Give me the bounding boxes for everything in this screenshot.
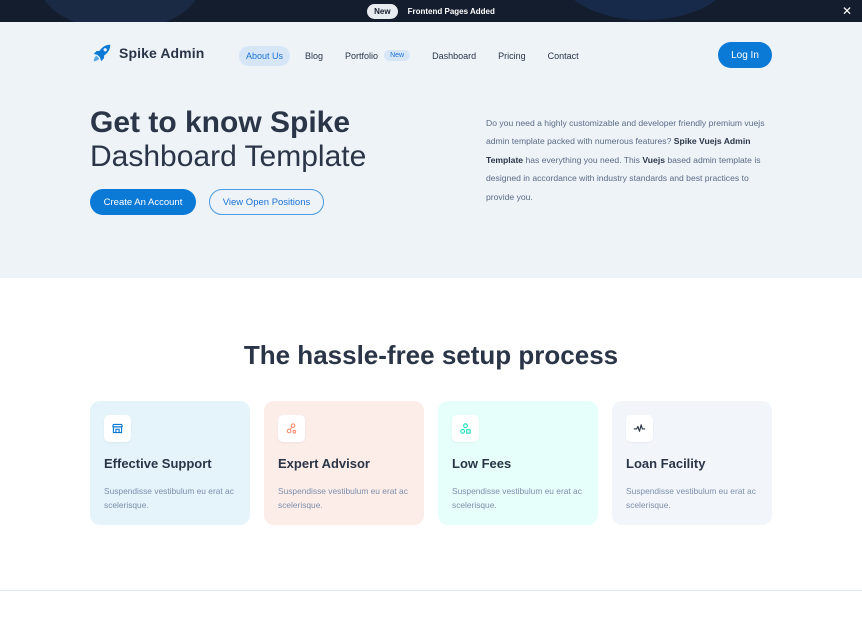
announcement-message: Frontend Pages Added bbox=[407, 6, 495, 16]
announcement-bar: New Frontend Pages Added ✕ bbox=[0, 0, 862, 22]
nav-label: Blog bbox=[305, 50, 324, 61]
feature-card-low-fees: Low Fees Suspendisse vestibulum eu erat … bbox=[438, 401, 598, 525]
new-badge: New bbox=[384, 50, 411, 61]
nav-item-portfolio[interactable]: Portfolio New bbox=[338, 45, 417, 66]
nav-item-contact[interactable]: Contact bbox=[541, 46, 586, 66]
nav-item-dashboard[interactable]: Dashboard bbox=[425, 46, 483, 66]
card-text: Suspendisse vestibulum eu erat ac sceler… bbox=[626, 486, 756, 510]
nav-label: Pricing bbox=[498, 50, 526, 61]
card-icon-box bbox=[626, 415, 653, 442]
nav-item-pricing[interactable]: Pricing bbox=[491, 46, 533, 66]
desc-text: has everything you need. This bbox=[523, 154, 643, 165]
card-title: Effective Support bbox=[104, 456, 212, 471]
nodes-icon bbox=[286, 423, 297, 434]
building-icon bbox=[112, 423, 123, 434]
announcement-content: New Frontend Pages Added bbox=[0, 0, 862, 22]
announcement-badge: New bbox=[367, 3, 398, 19]
card-text: Suspendisse vestibulum eu erat ac sceler… bbox=[278, 486, 408, 510]
nav-label: Dashboard bbox=[432, 50, 477, 61]
close-icon[interactable]: ✕ bbox=[842, 3, 852, 19]
brand-name: Spike Admin bbox=[119, 45, 205, 61]
desc-bold-vuejs: Vuejs bbox=[642, 154, 665, 165]
shapes-icon bbox=[460, 423, 471, 434]
card-icon-box bbox=[278, 415, 305, 442]
activity-icon bbox=[633, 424, 646, 432]
rocket-icon bbox=[93, 44, 111, 62]
view-positions-button[interactable]: View Open Positions bbox=[209, 189, 324, 215]
nav-label: About Us bbox=[246, 50, 284, 61]
feature-card-loan-facility: Loan Facility Suspendisse vestibulum eu … bbox=[612, 401, 772, 525]
nav-item-about-us[interactable]: About Us bbox=[239, 45, 291, 66]
card-icon-box bbox=[452, 415, 479, 442]
nav-item-blog[interactable]: Blog bbox=[298, 46, 330, 66]
nav-label: Portfolio bbox=[345, 50, 379, 61]
hero-title: Get to know Spike Dashboard Template bbox=[90, 106, 366, 174]
section-title: The hassle-free setup process bbox=[243, 340, 619, 370]
hero-description: Do you need a highly customizable and de… bbox=[486, 114, 772, 206]
brand-logo[interactable]: Spike Admin bbox=[91, 42, 204, 64]
feature-card-expert-advisor: Expert Advisor Suspendisse vestibulum eu… bbox=[264, 401, 424, 525]
card-text: Suspendisse vestibulum eu erat ac sceler… bbox=[104, 486, 234, 510]
feature-card-effective-support: Effective Support Suspendisse vestibulum… bbox=[90, 401, 250, 525]
nav-label: Contact bbox=[547, 50, 579, 61]
card-title: Expert Advisor bbox=[278, 456, 370, 471]
card-title: Loan Facility bbox=[626, 456, 706, 471]
hero-title-line2: Dashboard Template bbox=[90, 140, 367, 173]
card-text: Suspendisse vestibulum eu erat ac sceler… bbox=[452, 486, 582, 510]
section-divider bbox=[0, 590, 862, 591]
login-button[interactable]: Log In bbox=[718, 42, 772, 68]
card-icon-box bbox=[104, 415, 131, 442]
hero-title-line1: Get to know Spike bbox=[90, 106, 351, 139]
card-title: Low Fees bbox=[452, 456, 512, 471]
create-account-button[interactable]: Create An Account bbox=[90, 189, 196, 215]
main-nav: About Us Blog Portfolio New Dashboard Pr… bbox=[239, 45, 594, 66]
